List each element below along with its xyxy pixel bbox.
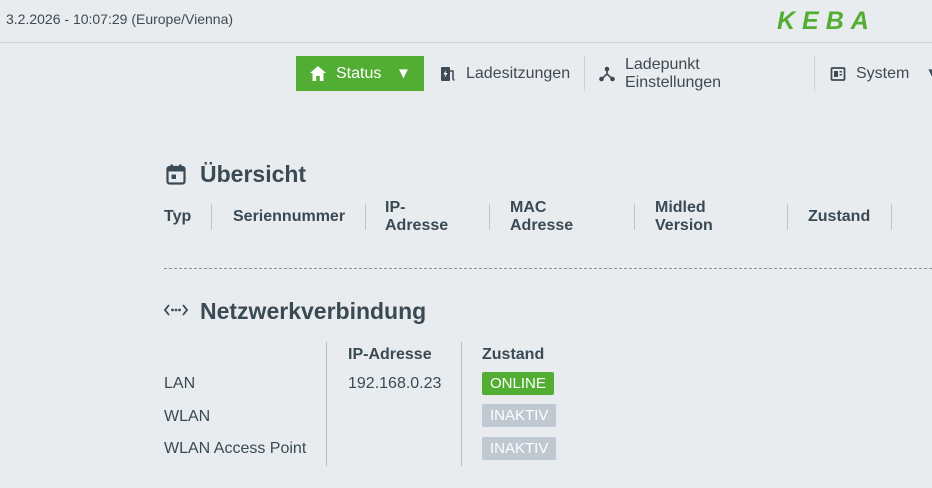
network-row-name: WLAN	[164, 408, 211, 425]
column-separator	[211, 204, 212, 230]
status-badge: ONLINE	[482, 372, 554, 395]
column-separator	[326, 342, 327, 466]
system-icon	[830, 66, 846, 82]
column-separator	[365, 204, 366, 230]
section-divider	[164, 268, 932, 269]
column-separator	[634, 204, 635, 230]
nav-item-ladesitzungen[interactable]: Ladesitzungen	[440, 56, 570, 91]
column-header-ip: IP-Adresse	[348, 346, 432, 363]
datetime-display: 3.2.2026 - 10:07:29 (Europe/Vienna)	[6, 11, 234, 27]
nav-separator	[584, 56, 585, 91]
column-separator	[891, 204, 892, 230]
home-icon	[310, 66, 326, 86]
column-header: Typ	[164, 208, 192, 225]
network-row-ip: 192.168.0.23	[348, 375, 442, 392]
keba-logo: KEBA	[775, 6, 895, 36]
column-header: Seriennummer	[233, 208, 346, 225]
nav-item-label: Ladesitzungen	[466, 64, 571, 82]
calendar-icon	[166, 164, 186, 190]
nav-item-label: System	[856, 64, 910, 82]
network-node-icon	[599, 66, 615, 82]
nav-item-label: Ladepunkt Einstellungen	[625, 55, 722, 91]
chevron-down-icon: ▼	[925, 65, 932, 82]
nav-separator	[814, 56, 815, 91]
chevron-down-icon: ▼	[396, 65, 411, 82]
svg-text:KEBA: KEBA	[777, 7, 876, 35]
top-bar: 3.2.2026 - 10:07:29 (Europe/Vienna) KEBA	[0, 0, 932, 43]
nav-status-label: Status	[336, 65, 382, 82]
column-separator	[787, 204, 788, 230]
column-header: IP-Adresse	[385, 199, 449, 234]
column-header-state: Zustand	[482, 346, 545, 363]
charging-session-icon	[440, 66, 456, 82]
nav-status-button[interactable]: Status ▼	[296, 56, 424, 91]
nav-item-system[interactable]: System ▼	[830, 56, 932, 91]
column-separator	[489, 204, 490, 230]
nav-item-ladepunkt-einstellungen[interactable]: Ladepunkt Einstellungen	[599, 56, 721, 91]
column-header: MAC Adresse	[510, 199, 574, 234]
column-separator	[461, 342, 462, 466]
overview-title: Übersicht	[200, 161, 307, 187]
network-dots-icon	[163, 303, 189, 322]
network-row-name: WLAN Access Point	[164, 440, 307, 457]
column-header: Midled Version	[655, 199, 713, 234]
status-badge: INAKTIV	[482, 437, 557, 460]
network-row-name: LAN	[164, 375, 196, 392]
column-header: Zustand	[808, 208, 871, 225]
status-badge: INAKTIV	[482, 404, 557, 427]
network-title: Netzwerkverbindung	[200, 298, 427, 324]
